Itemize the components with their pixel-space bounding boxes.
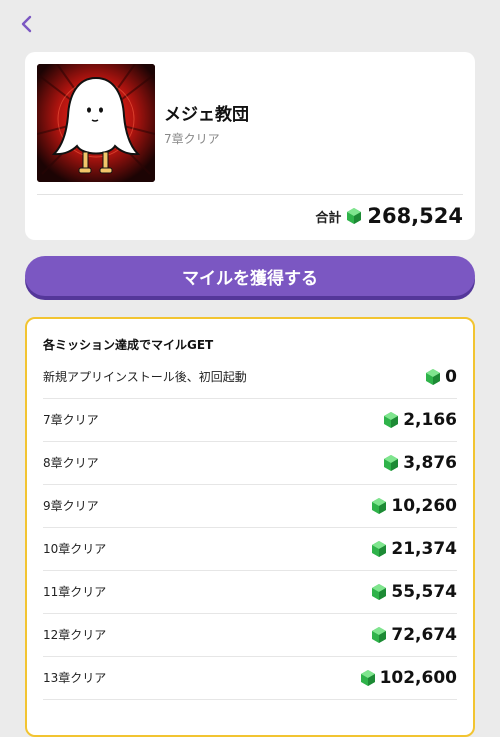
mission-row[interactable]: 10章クリア 21,374 bbox=[43, 527, 457, 571]
reward-value: 72,674 bbox=[391, 624, 457, 645]
reward-value: 102,600 bbox=[379, 667, 457, 688]
game-progress: 7章クリア bbox=[164, 132, 220, 146]
mission-label: 9章クリア bbox=[43, 499, 99, 513]
game-card: メジェ教団 7章クリア 合計 268,524 bbox=[25, 52, 475, 240]
total-row: 合計 268,524 bbox=[315, 204, 463, 228]
mission-reward: 102,600 bbox=[360, 667, 457, 688]
gem-icon bbox=[384, 411, 399, 428]
missions-title: 各ミッション達成でマイルGET bbox=[43, 338, 214, 352]
gem-icon bbox=[372, 583, 387, 600]
mission-row[interactable]: 13章クリア 102,600 bbox=[43, 656, 457, 700]
mission-reward: 0 bbox=[426, 367, 457, 387]
reward-value: 2,166 bbox=[403, 409, 457, 430]
mission-label: 7章クリア bbox=[43, 413, 99, 427]
mission-row[interactable]: 11章クリア 55,574 bbox=[43, 570, 457, 614]
gem-icon bbox=[384, 454, 399, 471]
total-value: 268,524 bbox=[367, 204, 463, 228]
ghost-image bbox=[37, 64, 155, 182]
mission-reward: 2,166 bbox=[384, 410, 457, 430]
mission-row[interactable]: 12章クリア 72,674 bbox=[43, 613, 457, 657]
gem-icon bbox=[372, 497, 387, 514]
mission-reward: 3,876 bbox=[384, 453, 457, 473]
mission-reward: 10,260 bbox=[372, 496, 457, 516]
mission-reward: 72,674 bbox=[372, 625, 457, 645]
mission-label: 11章クリア bbox=[43, 585, 107, 599]
missions-panel: 各ミッション達成でマイルGET 新規アプリインストール後、初回起動 0 7章クリア 2… bbox=[25, 317, 475, 737]
gem-icon bbox=[372, 540, 387, 557]
divider bbox=[37, 194, 463, 195]
reward-value: 0 bbox=[445, 366, 457, 387]
game-thumbnail bbox=[37, 64, 155, 182]
mission-label: 13章クリア bbox=[43, 671, 107, 685]
mission-row[interactable]: 7章クリア 2,166 bbox=[43, 398, 457, 442]
back-button[interactable] bbox=[12, 10, 40, 38]
gem-icon bbox=[347, 208, 362, 224]
mission-label: 新規アプリインストール後、初回起動 bbox=[43, 370, 247, 384]
gem-icon bbox=[372, 626, 387, 643]
mission-reward: 55,574 bbox=[372, 582, 457, 602]
reward-value: 10,260 bbox=[391, 495, 457, 516]
gem-icon bbox=[426, 368, 441, 385]
earn-miles-button[interactable]: マイルを獲得する bbox=[25, 256, 475, 296]
mission-row[interactable]: 9章クリア 10,260 bbox=[43, 484, 457, 528]
reward-value: 21,374 bbox=[391, 538, 457, 559]
mission-row[interactable]: 8章クリア 3,876 bbox=[43, 441, 457, 485]
reward-value: 55,574 bbox=[391, 581, 457, 602]
gem-icon bbox=[360, 669, 375, 686]
game-title: メジェ教団 bbox=[164, 105, 249, 125]
mission-label: 12章クリア bbox=[43, 628, 107, 642]
chevron-left-icon bbox=[21, 15, 32, 33]
mission-reward: 21,374 bbox=[372, 539, 457, 559]
reward-value: 3,876 bbox=[403, 452, 457, 473]
mission-row[interactable]: 新規アプリインストール後、初回起動 0 bbox=[43, 355, 457, 399]
mission-label: 8章クリア bbox=[43, 456, 99, 470]
total-label: 合計 bbox=[315, 210, 342, 226]
mission-label: 10章クリア bbox=[43, 542, 107, 556]
